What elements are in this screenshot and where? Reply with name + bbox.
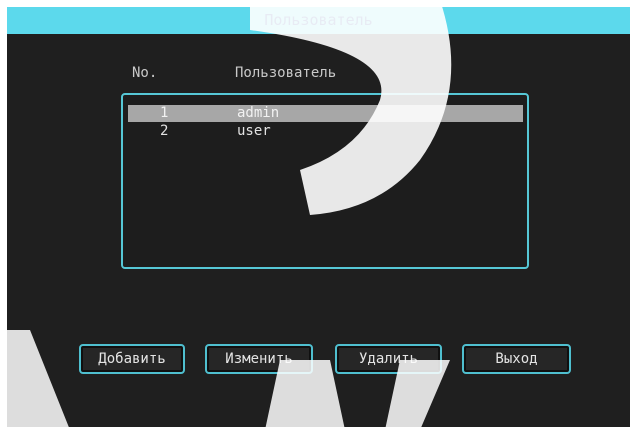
title-bar: Пользователь xyxy=(7,7,630,34)
user-row-name: admin xyxy=(237,105,280,121)
add-button[interactable]: Добавить xyxy=(79,344,185,374)
add-button-label: Добавить xyxy=(98,351,166,367)
dialog-title: Пользователь xyxy=(264,11,373,29)
user-row-admin[interactable]: 1 admin xyxy=(128,105,523,122)
user-row-user[interactable]: 2 user xyxy=(128,123,523,140)
edit-button[interactable]: Изменить xyxy=(205,344,313,374)
user-row-number: 2 xyxy=(160,123,169,139)
delete-button-label: Удалить xyxy=(358,351,418,367)
delete-button[interactable]: Удалить xyxy=(335,344,442,374)
user-list[interactable]: 1 admin 2 user xyxy=(121,93,529,269)
user-row-number: 1 xyxy=(160,105,169,121)
exit-button-label: Выход xyxy=(495,351,538,367)
exit-button[interactable]: Выход xyxy=(462,344,571,374)
column-header-no: No. xyxy=(132,65,158,81)
edit-button-label: Изменить xyxy=(225,351,293,367)
user-dialog: Пользователь No. Пользователь 1 admin 2 … xyxy=(7,7,630,427)
column-header-user: Пользователь xyxy=(235,65,337,81)
user-row-name: user xyxy=(237,123,271,139)
